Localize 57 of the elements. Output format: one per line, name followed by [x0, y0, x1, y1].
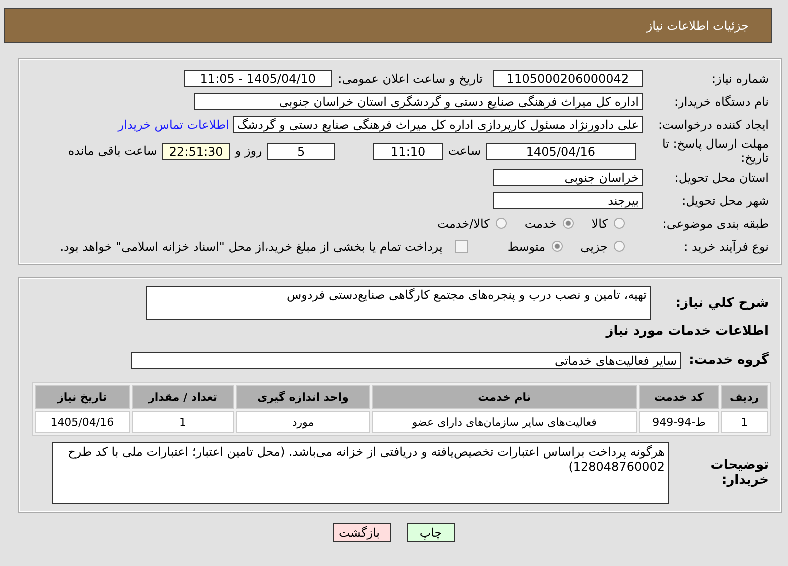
radio-button[interactable] [496, 218, 507, 229]
back-button[interactable]: بازگشت [333, 523, 391, 542]
option-label: کالا/خدمت [438, 216, 490, 230]
table-cell: مورد [236, 411, 370, 433]
days-label: روز و [235, 144, 262, 158]
field-label: نوع فرآیند خرید : [683, 240, 770, 254]
page-title: جزئیات اطلاعات نیاز [646, 18, 749, 32]
deadline-date-field: 1405/04/16 [486, 142, 636, 160]
checkbox[interactable] [454, 240, 468, 253]
option-label: کالا [592, 216, 608, 230]
field-label: ایجاد کننده درخواست: [657, 118, 770, 132]
column-header: ردیف [721, 385, 768, 409]
days-field: 5 [267, 142, 336, 160]
deadline-time-field: 11:10 [373, 142, 444, 160]
notes-textarea[interactable]: هرگونه پرداخت براساس اعتبارات تخصیص‌یافته و دریافتی از خزانه می‌باشد. (محل تامین اعتبار؛ اعتبارات ملی با کد طرح 128048760002) [52, 442, 669, 504]
field-label: شرح کلي نياز: [674, 296, 770, 310]
field-label: شهر محل تحویل: [681, 194, 770, 208]
table-cell: 1 [132, 411, 234, 433]
table-cell: 1 [721, 411, 768, 433]
remaining-time-field: 22:51:30 [162, 142, 230, 160]
remaining-label: ساعت باقی مانده [68, 144, 158, 158]
table-cell: 1405/04/16 [35, 411, 130, 433]
column-header: واحد اندازه گیری [236, 385, 370, 409]
payment-note: پرداخت تمام یا بخشی از مبلغ خرید،از محل "اسناد خزانه اسلامی" خواهد بود. [60, 240, 443, 254]
time-label: ساعت [448, 144, 481, 158]
print-button[interactable]: چاپ [407, 523, 455, 542]
field-label: استان محل تحویل: [674, 170, 770, 184]
buyer-field: اداره کل میراث فرهنگی صنایع دستی و گردشگری استان خراسان جنوبی [194, 93, 643, 110]
field-label: توضیحات خریدار: [710, 458, 770, 488]
province-field: خراسان جنوبی [493, 169, 643, 186]
need-number-field: 1105000206000042 [493, 70, 643, 87]
field-label: شماره نیاز: [711, 72, 770, 86]
city-field: بیرجند [493, 192, 643, 209]
field-label: گروه خدمت: [688, 353, 770, 368]
radio-button[interactable] [614, 241, 625, 252]
section-title: اطلاعات خدمات مورد نیاز [606, 324, 770, 339]
table-cell: فعالیت‌های سایر سازمان‌های دارای عضو [372, 411, 638, 433]
column-header: تاریخ نیاز [35, 385, 130, 409]
announce-date-field: 1405/04/10 - 11:05 [184, 70, 332, 87]
option-label: جزیی [580, 240, 608, 254]
column-header: کد خدمت [639, 385, 720, 409]
option-label: متوسط [508, 240, 546, 254]
field-label: نام دستگاه خریدار: [674, 94, 770, 108]
column-header: نام خدمت [372, 385, 638, 409]
creator-field: علی دادورنژاد مسئول کارپردازی اداره کل میراث فرهنگی صنایع دستی و گردشگ [233, 116, 643, 133]
radio-button[interactable] [614, 218, 625, 229]
radio-button[interactable] [552, 241, 563, 252]
option-label: خدمت [524, 216, 557, 230]
field-label: طبقه بندی موضوعی: [662, 216, 770, 230]
column-header: تعداد / مقدار [132, 385, 234, 409]
service-group-field: سایر فعالیت‌های خدماتی [131, 352, 681, 369]
table-cell: ط-94-949 [639, 411, 720, 433]
field-label: مهلت ارسال پاسخ: تا تاریخ: [661, 137, 770, 165]
contact-link[interactable]: اطلاعات تماس خریدار [118, 118, 230, 132]
field-label: تاریخ و ساعت اعلان عمومی: [338, 72, 483, 86]
summary-textarea[interactable]: تهیه، تامین و نصب درب و پنجره‌های مجتمع کارگاهی صنایع‌دستی فردوس [146, 286, 651, 320]
radio-button[interactable] [562, 218, 574, 229]
